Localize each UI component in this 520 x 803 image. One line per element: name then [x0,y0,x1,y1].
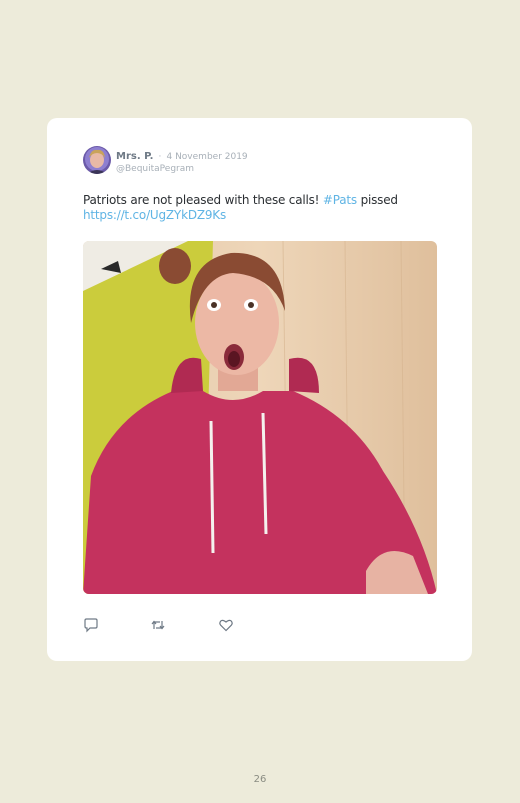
tweet-card: Mrs. P. · 4 November 2019 @BequitaPegram… [47,118,472,661]
meta-separator: · [158,152,162,162]
tweet-meta: Mrs. P. · 4 November 2019 @BequitaPegram [116,148,248,175]
avatar[interactable] [83,146,111,174]
tweet-text: Patriots are not pleased with these call… [83,193,443,223]
tweet-url-link[interactable]: https://t.co/UgZYkDZ9Ks [83,208,226,222]
reply-icon[interactable] [83,617,99,633]
tweet-media-image[interactable] [83,241,437,594]
tweet-text-after: pissed [356,193,398,207]
retweet-icon[interactable] [150,617,166,633]
hashtag-link[interactable]: #Pats [323,193,357,207]
heart-icon[interactable] [218,617,234,633]
media-illustration [83,241,437,594]
author-name[interactable]: Mrs. P. [116,151,153,162]
tweet-text-main: Patriots are not pleased with these call… [83,193,323,207]
page-number: 26 [253,774,267,785]
author-handle[interactable]: @BequitaPegram [116,163,248,175]
tweet-date[interactable]: 4 November 2019 [166,152,247,162]
avatar-image [83,146,111,174]
